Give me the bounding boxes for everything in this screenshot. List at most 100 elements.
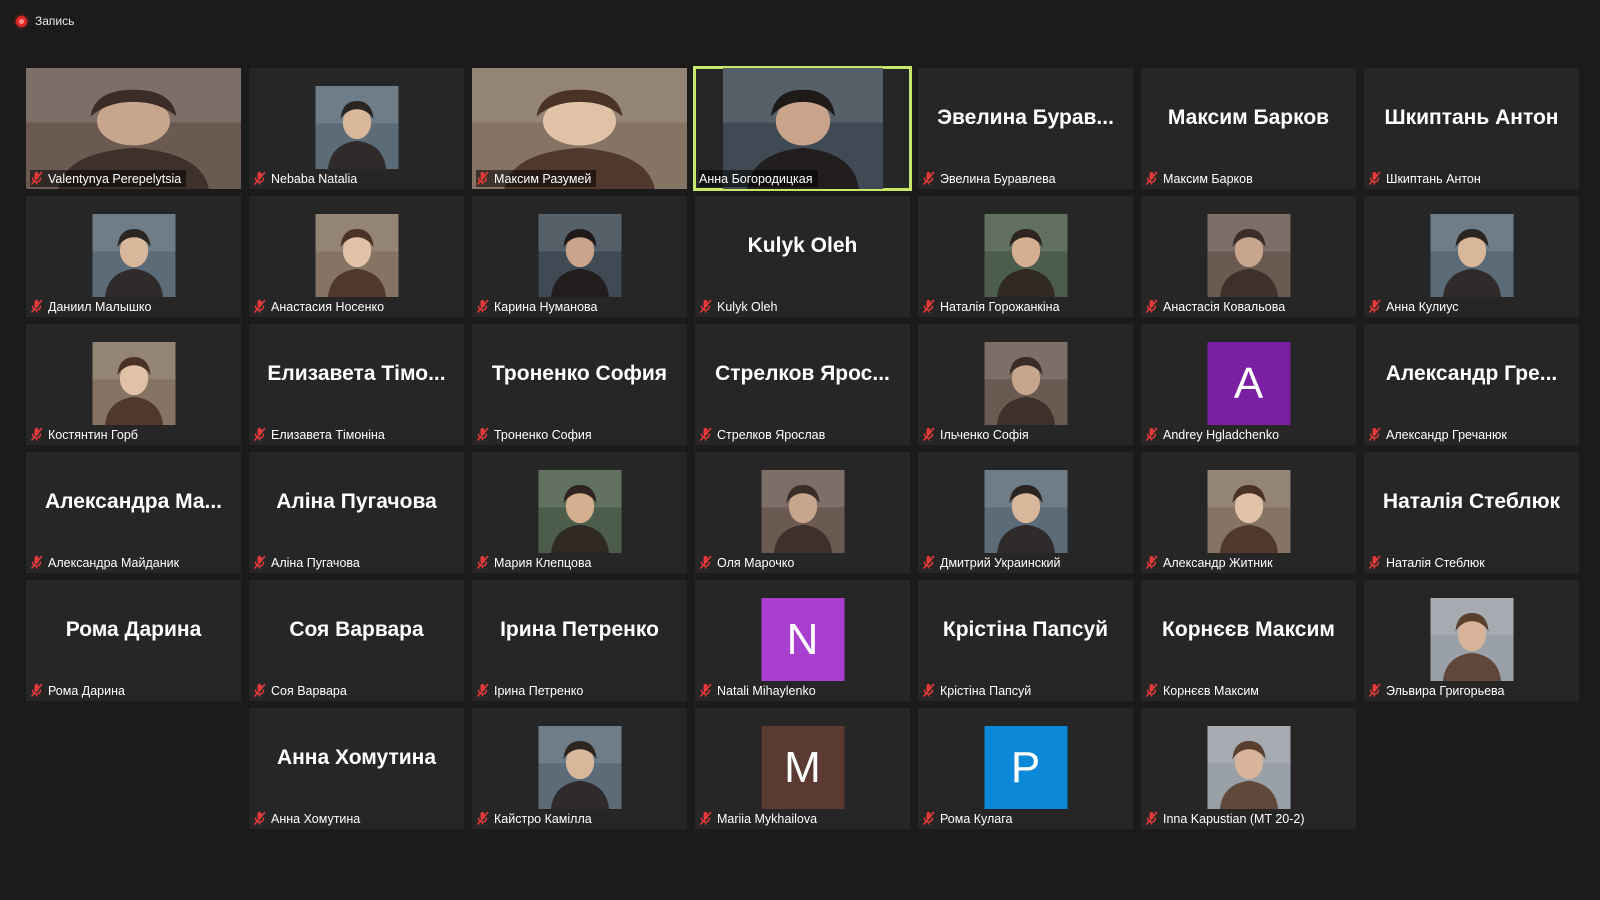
participant-tile[interactable]: Корнєєв Максим Корнєєв Максим [1141,580,1356,701]
mic-muted-icon [922,555,935,570]
participant-photo [1207,726,1290,809]
mic-muted-icon [476,171,489,186]
participant-tile[interactable]: Анна Богородицкая [693,66,912,191]
participant-display-name: Эвелина Бурав... [937,106,1114,129]
participant-name: Inna Kapustian (MT 20-2) [1163,811,1305,826]
mic-muted-icon [699,299,712,314]
participant-tile[interactable]: Оля Марочко [695,452,910,573]
participant-display-name: Наталія Стеблюк [1382,490,1561,513]
participant-name-label: Рома Кулага [922,810,1018,827]
participant-tile[interactable]: Александра Ма... Александра Майданик [26,452,241,573]
participant-tile[interactable]: Дмитрий Украинский [918,452,1133,573]
participant-tile[interactable]: Аліна Пугачова Аліна Пугачова [249,452,464,573]
mic-muted-icon [1368,171,1381,186]
mic-muted-icon [699,555,712,570]
participant-name: Костянтин Горб [48,427,138,442]
participant-photo [92,214,175,297]
participant-name-label: Даниил Малышко [30,298,156,315]
participant-tile[interactable]: Valentynya Perepelytsia [26,68,241,189]
mic-muted-icon [1368,683,1381,698]
participant-tile[interactable]: Троненко София Троненко София [472,324,687,445]
participant-tile[interactable]: Стрелков Ярос... Стрелков Ярослав [695,324,910,445]
participant-photo [761,470,844,553]
participant-photo [1430,214,1513,297]
empty-slot [26,708,241,829]
participant-tile[interactable]: Эвелина Бурав... Эвелина Буравлева [918,68,1133,189]
participant-tile[interactable]: Максим Барков Максим Барков [1141,68,1356,189]
participant-tile[interactable]: Анастасия Носенко [249,196,464,317]
participant-tile[interactable]: Мария Клепцова [472,452,687,573]
participant-tile[interactable]: Шкиптань Антон Шкиптань Антон [1364,68,1579,189]
participant-tile[interactable]: Inna Kapustian (MT 20-2) [1141,708,1356,829]
recording-indicator[interactable]: Запись [16,12,74,30]
participant-tile[interactable]: Анна Хомутина Анна Хомутина [249,708,464,829]
participant-name-label: Аліна Пугачова [253,554,365,571]
participant-display-name: Аліна Пугачова [276,490,437,513]
participant-tile[interactable]: Костянтин Горб [26,324,241,445]
participant-name-label: Наталія Стеблюк [1368,554,1490,571]
participant-name: Елизавета Тімоніна [271,427,385,442]
participant-tile[interactable]: Nebaba Natalia [249,68,464,189]
participant-name-label: Соя Варвара [253,682,352,699]
participant-photo [92,342,175,425]
mic-muted-icon [699,427,712,442]
participant-tile[interactable]: Крістіна Папсуй Крістіна Папсуй [918,580,1133,701]
participant-name: Valentynya Perepelytsia [48,171,182,186]
participant-tile[interactable]: Рома Дарина Рома Дарина [26,580,241,701]
participant-name-label: Дмитрий Украинский [922,554,1065,571]
participant-tile[interactable]: Наталія Горожанкіна [918,196,1133,317]
participant-name: Соя Варвара [271,683,347,698]
participant-tile[interactable]: Ільченко Софія [918,324,1133,445]
participant-name-label: Максим Барков [1145,170,1258,187]
participant-tile[interactable]: Максим Разумей [472,68,687,189]
participant-tile[interactable]: Александр Гре... Александр Гречанюк [1364,324,1579,445]
participant-name-label: Kulyk Oleh [699,298,782,315]
participant-avatar-letter: M [761,726,844,809]
participant-name: Наталія Стеблюк [1386,555,1485,570]
participant-name: Ільченко Софія [940,427,1029,442]
participant-tile[interactable]: Соя Варвара Соя Варвара [249,580,464,701]
participant-tile[interactable]: Анастасія Ковальова [1141,196,1356,317]
participant-name: Kulyk Oleh [717,299,778,314]
participant-photo [1207,470,1290,553]
mic-muted-icon [1145,427,1158,442]
participant-tile[interactable]: P Рома Кулага [918,708,1133,829]
participant-name: Крістіна Папсуй [940,683,1032,698]
mic-muted-icon [1145,555,1158,570]
participant-name-label: Анна Богородицкая [699,170,818,187]
participant-tile[interactable]: Александр Житник [1141,452,1356,573]
participant-tile[interactable]: Анна Кулиус [1364,196,1579,317]
participant-tile[interactable]: A Andrey Hgladchenko [1141,324,1356,445]
participant-name: Шкиптань Антон [1386,171,1481,186]
participant-tile[interactable]: Кайстро Камілла [472,708,687,829]
mic-muted-icon [1368,299,1381,314]
participant-name-label: Троненко София [476,426,597,443]
participant-tile[interactable]: Kulyk Oleh Kulyk Oleh [695,196,910,317]
mic-muted-icon [922,299,935,314]
mic-muted-icon [922,427,935,442]
mic-muted-icon [476,811,489,826]
participant-name: Nebaba Natalia [271,171,358,186]
participant-name: Троненко София [494,427,592,442]
participant-tile[interactable]: Ірина Петренко Ірина Петренко [472,580,687,701]
mic-muted-icon [253,171,266,186]
participant-photo [315,214,398,297]
mic-muted-icon [1145,299,1158,314]
mic-muted-icon [1145,683,1158,698]
participant-tile[interactable]: Карина Нуманова [472,196,687,317]
participant-tile[interactable]: Наталія Стеблюк Наталія Стеблюк [1364,452,1579,573]
participant-name: Наталія Горожанкіна [940,299,1060,314]
participant-tile[interactable]: M Mariia Mykhailova [695,708,910,829]
participant-name-label: Анастасия Носенко [253,298,389,315]
participant-tile[interactable]: Эльвира Григорьева [1364,580,1579,701]
participant-name: Эльвира Григорьева [1386,683,1505,698]
participant-name: Mariia Mykhailova [717,811,818,826]
participant-display-name: Корнєєв Максим [1162,618,1335,641]
participant-tile[interactable]: N Natali Mihaylenko [695,580,910,701]
participant-name-label: Nebaba Natalia [253,170,362,187]
participant-tile[interactable]: Даниил Малышко [26,196,241,317]
participant-photo [984,342,1067,425]
participant-tile[interactable]: Елизавета Тімо... Елизавета Тімоніна [249,324,464,445]
mic-muted-icon [1368,427,1381,442]
mic-muted-icon [1145,171,1158,186]
